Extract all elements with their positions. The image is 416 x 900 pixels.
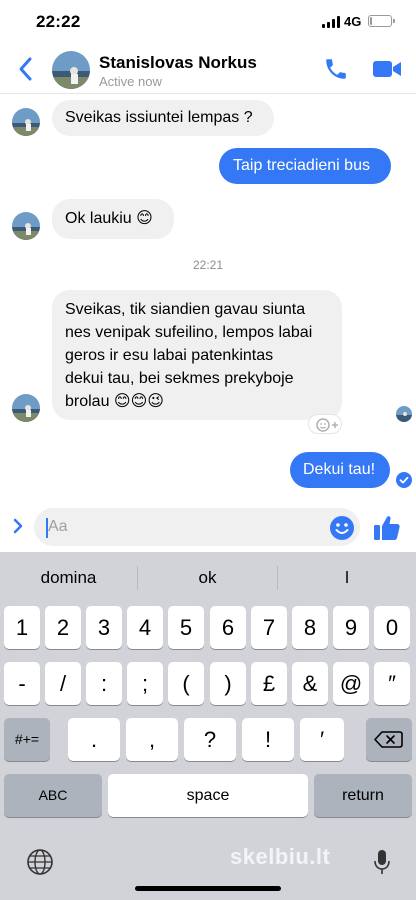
contact-avatar[interactable]	[52, 51, 90, 89]
message-text: Ok laukiu 😊	[65, 210, 153, 227]
key-semicolon[interactable]: ;	[127, 662, 163, 705]
contact-avatar-small[interactable]	[12, 108, 40, 136]
key-hyphen[interactable]: -	[4, 662, 40, 705]
contact-status: Active now	[99, 74, 162, 89]
prediction-suggestion[interactable]: domina	[0, 552, 137, 604]
contact-avatar-small[interactable]	[12, 212, 40, 240]
emoji-button[interactable]	[329, 515, 355, 541]
status-bar: 22:22 4G	[0, 0, 416, 44]
home-indicator	[135, 886, 281, 891]
message-text-line: geros ir esu labai patenkintas	[65, 347, 274, 364]
message-timestamp: 22:21	[192, 258, 224, 272]
message-input[interactable]	[34, 508, 360, 546]
key-delete[interactable]	[366, 718, 412, 761]
call-button[interactable]	[323, 56, 349, 82]
key-exclamation[interactable]: !	[242, 718, 294, 761]
key-1[interactable]: 1	[4, 606, 40, 649]
contact-avatar-small[interactable]	[12, 394, 40, 422]
chevron-left-icon	[19, 57, 32, 81]
status-time: 22:22	[36, 12, 81, 31]
video-call-button[interactable]	[372, 58, 402, 80]
key-colon[interactable]: :	[86, 662, 122, 705]
key-pound[interactable]: £	[251, 662, 287, 705]
globe-button[interactable]	[26, 848, 54, 876]
key-return[interactable]: return	[314, 774, 412, 817]
message-text-line: brolau 😊😊😉	[65, 393, 164, 410]
key-more-symbols[interactable]: #+=	[4, 718, 50, 761]
key-question[interactable]: ?	[184, 718, 236, 761]
message-text: Taip treciadieni bus	[233, 157, 370, 174]
message-bubble-incoming[interactable]: Ok laukiu 😊	[52, 199, 174, 239]
microphone-icon	[374, 850, 390, 874]
dictation-button[interactable]	[372, 848, 392, 876]
message-text: Sveikas issiuntei lempas ?	[65, 109, 253, 126]
message-text-line: dekui tau, bei sekmes prekyboje	[65, 370, 294, 387]
thumbs-up-icon	[374, 516, 400, 540]
key-space[interactable]: space	[108, 774, 308, 817]
key-9[interactable]: 9	[333, 606, 369, 649]
network-label: 4G	[344, 14, 362, 29]
key-double-quote[interactable]: ″	[374, 662, 410, 705]
video-camera-icon	[373, 61, 401, 77]
prediction-suggestion[interactable]: l	[278, 552, 416, 604]
key-apostrophe[interactable]: ′	[300, 718, 344, 761]
key-2[interactable]: 2	[45, 606, 81, 649]
seen-indicator-avatar	[396, 406, 412, 422]
watermark-logo: skelbiu.lt	[230, 844, 331, 869]
globe-icon	[27, 849, 53, 875]
key-ampersand[interactable]: &	[292, 662, 328, 705]
key-5[interactable]: 5	[168, 606, 204, 649]
key-0[interactable]: 0	[374, 606, 410, 649]
backspace-icon	[374, 731, 403, 748]
phone-icon	[326, 59, 346, 79]
chat-header: Stanislovas Norkus Active now	[0, 44, 416, 94]
signal-icon	[322, 16, 340, 28]
key-8[interactable]: 8	[292, 606, 328, 649]
key-period[interactable]: .	[68, 718, 120, 761]
like-button[interactable]	[372, 513, 402, 543]
message-text: Dekui tau!	[303, 461, 376, 478]
message-composer	[0, 504, 416, 550]
key-3[interactable]: 3	[86, 606, 122, 649]
chevron-right-icon	[13, 518, 23, 534]
key-close-paren[interactable]: )	[210, 662, 246, 705]
key-slash[interactable]: /	[45, 662, 81, 705]
message-bubble-incoming[interactable]: Sveikas issiuntei lempas ?	[52, 100, 274, 136]
key-4[interactable]: 4	[127, 606, 163, 649]
key-at[interactable]: @	[333, 662, 369, 705]
key-comma[interactable]: ,	[126, 718, 178, 761]
smiley-icon	[330, 516, 354, 540]
key-7[interactable]: 7	[251, 606, 287, 649]
message-bubble-outgoing[interactable]: Dekui tau!	[290, 452, 390, 488]
delivered-check-icon	[396, 472, 412, 488]
message-text-line: Sveikas, tik siandien gavau siunta	[65, 301, 306, 318]
prediction-suggestion[interactable]: ok	[138, 552, 277, 604]
predictive-text-bar: domina ok l	[0, 552, 416, 604]
keyboard: domina ok l 1 2 3 4 5 6 7 8 9 0 - / : ; …	[0, 552, 416, 900]
back-button[interactable]	[14, 54, 40, 84]
text-caret	[46, 518, 48, 538]
key-open-paren[interactable]: (	[168, 662, 204, 705]
message-bubble-outgoing[interactable]: Taip treciadieni bus	[219, 148, 391, 184]
key-abc[interactable]: ABC	[4, 774, 102, 817]
message-bubble-incoming[interactable]: Sveikas, tik siandien gavau siunta nes v…	[52, 290, 342, 420]
expand-actions-button[interactable]	[10, 516, 26, 536]
contact-name[interactable]: Stanislovas Norkus	[99, 53, 257, 73]
add-reaction-icon	[316, 418, 338, 432]
battery-icon	[368, 15, 395, 27]
message-text-line: nes venipak sufeilino, lempos labai	[65, 324, 313, 341]
key-6[interactable]: 6	[210, 606, 246, 649]
add-reaction-button[interactable]	[308, 414, 342, 434]
